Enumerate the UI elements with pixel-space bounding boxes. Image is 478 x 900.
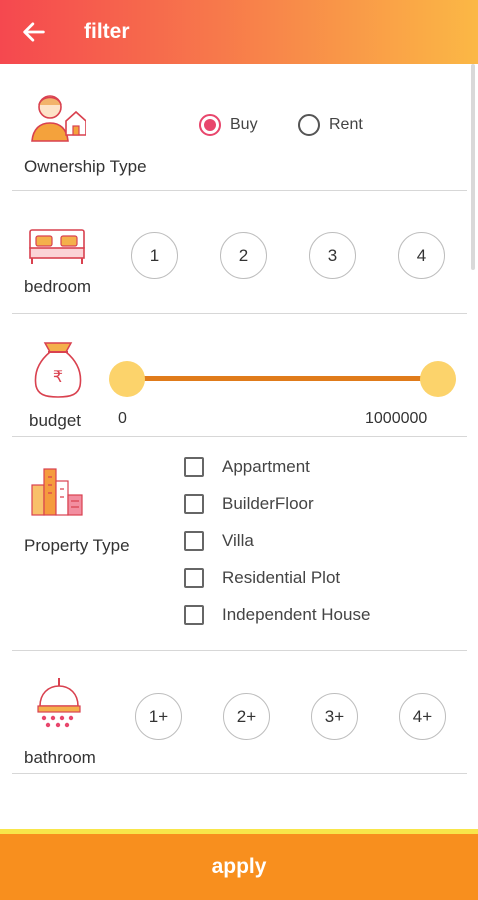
checkbox-villa-label: Villa <box>222 531 254 550</box>
radio-buy-label: Buy <box>230 116 258 133</box>
property-type-label: Property Type <box>24 536 130 555</box>
radio-rent-label: Rent <box>329 116 363 133</box>
checkbox-independent-house[interactable]: Independent House <box>184 605 370 625</box>
radio-buy[interactable]: Buy <box>199 114 258 136</box>
scrollbar[interactable] <box>471 64 475 270</box>
page-title: filter <box>84 20 130 43</box>
checkbox-builderfloor[interactable]: BuilderFloor <box>184 494 314 514</box>
shower-icon <box>37 678 81 728</box>
radio-rent-indicator[interactable] <box>298 114 320 136</box>
bedroom-option-4[interactable]: 4 <box>398 232 445 279</box>
checkbox-appartment[interactable]: Appartment <box>184 457 310 477</box>
bedroom-option-2[interactable]: 2 <box>220 232 267 279</box>
bedroom-option-3[interactable]: 3 <box>309 232 356 279</box>
radio-rent[interactable]: Rent <box>298 114 363 136</box>
checkbox-independent-house-label: Independent House <box>222 605 371 624</box>
person-house-icon <box>31 95 86 142</box>
checkbox-villa[interactable]: Villa <box>184 531 254 551</box>
bedroom-label: bedroom <box>24 277 92 296</box>
budget-min-thumb[interactable] <box>109 361 145 397</box>
checkbox-appartment-label: Appartment <box>222 457 310 476</box>
arrow-left-icon[interactable] <box>20 18 48 46</box>
bathroom-option-4plus[interactable]: 4+ <box>399 693 446 740</box>
money-bag-icon: ₹ <box>34 342 82 398</box>
bed-icon <box>29 229 85 264</box>
ownership-label: Ownership Type <box>24 157 147 176</box>
checkbox-villa-box[interactable] <box>184 531 204 551</box>
checkbox-residential-plot-box[interactable] <box>184 568 204 588</box>
checkbox-residential-plot[interactable]: Residential Plot <box>184 568 340 588</box>
app-bar: filter <box>0 0 478 64</box>
buildings-icon <box>31 468 83 516</box>
checkbox-builderfloor-box[interactable] <box>184 494 204 514</box>
apply-button[interactable]: apply <box>0 834 478 900</box>
bathroom-option-1plus[interactable]: 1+ <box>135 693 182 740</box>
checkbox-builderfloor-label: BuilderFloor <box>222 494 314 513</box>
budget-slider-track[interactable] <box>126 376 438 381</box>
checkbox-independent-house-box[interactable] <box>184 605 204 625</box>
bathroom-option-3plus[interactable]: 3+ <box>311 693 358 740</box>
budget-min-value: 0 <box>118 410 127 427</box>
bedroom-option-1[interactable]: 1 <box>131 232 178 279</box>
checkbox-residential-plot-label: Residential Plot <box>222 568 341 587</box>
checkbox-appartment-box[interactable] <box>184 457 204 477</box>
bathroom-label: bathroom <box>24 748 96 767</box>
budget-max-thumb[interactable] <box>420 361 456 397</box>
radio-buy-indicator[interactable] <box>199 114 221 136</box>
bathroom-option-2plus[interactable]: 2+ <box>223 693 270 740</box>
budget-max-value: 1000000 <box>365 410 428 427</box>
budget-label: budget <box>29 411 81 430</box>
currency-symbol: ₹ <box>53 367 63 386</box>
